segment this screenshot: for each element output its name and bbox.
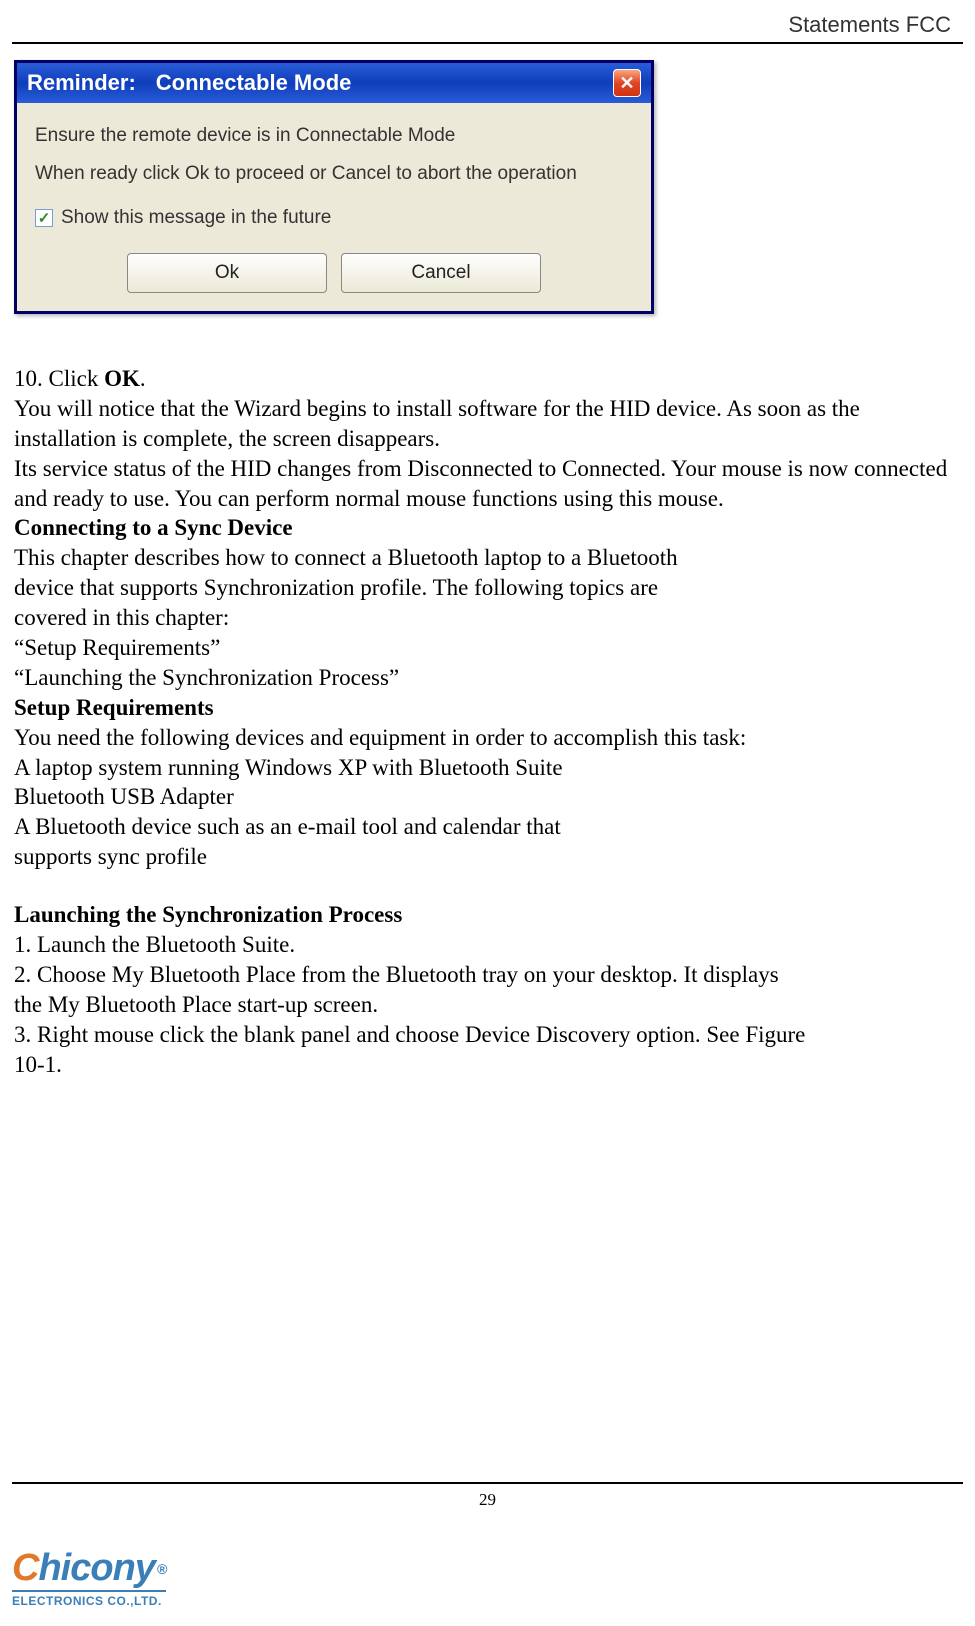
dialog-buttons: Ok Cancel (35, 253, 633, 293)
paragraph-4: “Setup Requirements” (14, 633, 957, 663)
close-icon: ✕ (619, 73, 634, 94)
paragraph-9b: supports sync profile (14, 842, 957, 872)
ok-button[interactable]: Ok (127, 253, 327, 293)
document-content: 10. Click OK. You will notice that the W… (14, 364, 957, 1079)
dialog-title-prefix: Reminder: (27, 70, 136, 96)
paragraph-5: “Launching the Synchronization Process” (14, 663, 957, 693)
page-number: 29 (0, 1490, 975, 1510)
dialog-titlebar: Reminder: Connectable Mode ✕ (17, 63, 651, 103)
paragraph-9a: A Bluetooth device such as an e-mail too… (14, 812, 957, 842)
dialog-title: Reminder: Connectable Mode (27, 70, 351, 96)
step10-suffix: . (140, 366, 146, 391)
logo-rest: hicony (38, 1547, 154, 1590)
logo-subtitle: ELECTRONICS CO.,LTD. (12, 1590, 166, 1608)
heading-setup-req: Setup Requirements (14, 693, 957, 723)
bottom-rule (12, 1482, 963, 1484)
checkbox-row: ✓ Show this message in the future (35, 207, 633, 229)
paragraph-12a: 3. Right mouse click the blank panel and… (14, 1020, 957, 1050)
step10-prefix: 10. Click (14, 366, 104, 391)
paragraph-10: 1. Launch the Bluetooth Suite. (14, 930, 957, 960)
blank-line (14, 872, 957, 900)
paragraph-11b: the My Bluetooth Place start-up screen. (14, 990, 957, 1020)
step10-bold: OK (104, 366, 140, 391)
dialog-body: Ensure the remote device is in Connectab… (17, 103, 651, 311)
dialog-message-2: When ready click Ok to proceed or Cancel… (35, 163, 633, 185)
check-icon: ✓ (38, 209, 51, 227)
logo-letter-c: C (12, 1547, 38, 1590)
logo-registered: ® (157, 1561, 166, 1577)
show-message-checkbox[interactable]: ✓ (35, 209, 53, 227)
paragraph-3a: This chapter describes how to connect a … (14, 543, 957, 573)
heading-launching: Launching the Synchronization Process (14, 900, 957, 930)
paragraph-2: Its service status of the HID changes fr… (14, 454, 957, 514)
paragraph-7: A laptop system running Windows XP with … (14, 753, 957, 783)
dialog-message-1: Ensure the remote device is in Connectab… (35, 125, 633, 147)
logo-brand: Chicony® (12, 1547, 166, 1590)
dialog-title-main: Connectable Mode (156, 70, 352, 96)
paragraph-12b: 10-1. (14, 1050, 957, 1080)
page-header: Statements FCC (788, 12, 951, 38)
paragraph-3b: device that supports Synchronization pro… (14, 573, 957, 603)
step-10: 10. Click OK. (14, 364, 957, 394)
close-button[interactable]: ✕ (613, 69, 641, 97)
paragraph-8: Bluetooth USB Adapter (14, 782, 957, 812)
paragraph-6: You need the following devices and equip… (14, 723, 957, 753)
checkbox-label: Show this message in the future (61, 207, 331, 229)
reminder-dialog: Reminder: Connectable Mode ✕ Ensure the … (14, 60, 654, 314)
paragraph-1: You will notice that the Wizard begins t… (14, 394, 957, 454)
cancel-button[interactable]: Cancel (341, 253, 541, 293)
paragraph-3c: covered in this chapter: (14, 603, 957, 633)
top-rule (12, 42, 963, 44)
heading-sync-device: Connecting to a Sync Device (14, 513, 957, 543)
chicony-logo: Chicony® ELECTRONICS CO.,LTD. (12, 1547, 166, 1608)
paragraph-11a: 2. Choose My Bluetooth Place from the Bl… (14, 960, 957, 990)
